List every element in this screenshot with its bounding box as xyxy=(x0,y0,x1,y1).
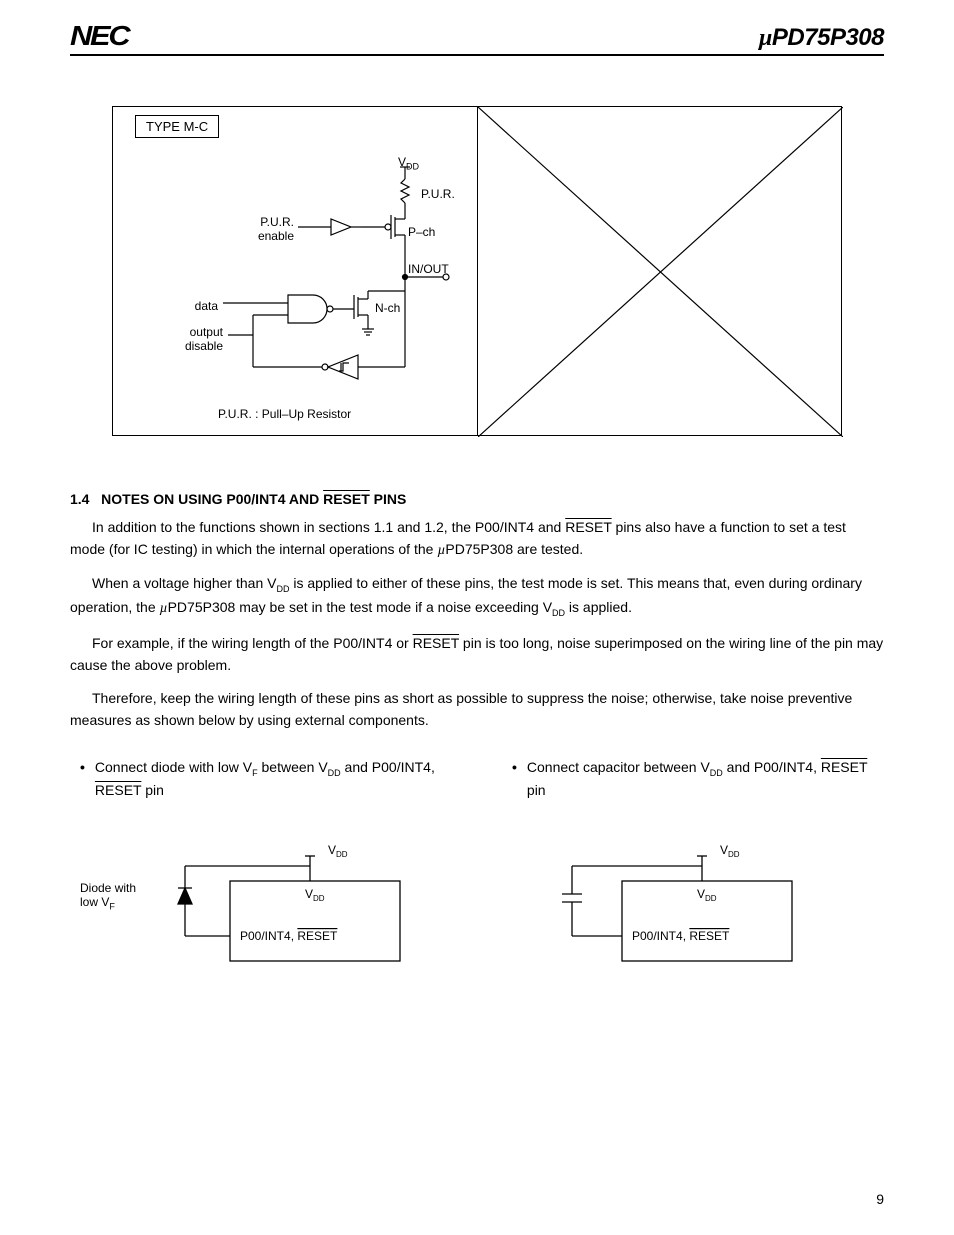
col-capacitor: • Connect capacitor between VDD and P00/… xyxy=(512,757,874,976)
measures-columns: • Connect diode with low VF between VDD … xyxy=(70,757,884,976)
vdd-outer-label-r: VDD xyxy=(720,843,740,859)
section-heading: 1.4 NOTES ON USING P00/INT4 AND RESET PI… xyxy=(70,491,884,507)
heading-part-a: NOTES ON USING P00/INT4 AND xyxy=(101,491,323,507)
heading-reset: RESET xyxy=(323,491,370,507)
vdd-outer-label: VDD xyxy=(328,843,348,859)
paragraph-1: In addition to the functions shown in se… xyxy=(70,517,884,561)
bullet-dot: • xyxy=(80,757,85,801)
heading-part-b: PINS xyxy=(370,491,407,507)
part-number: µPD75P308 xyxy=(759,24,884,52)
page-header: NEC µPD75P308 xyxy=(70,20,884,56)
page-number: 9 xyxy=(876,1191,884,1207)
bullet-dot: • xyxy=(512,757,517,801)
section-number: 1.4 xyxy=(70,491,89,507)
diode-label: Diode withlow VF xyxy=(80,881,170,913)
paragraph-2: When a voltage higher than VDD is applie… xyxy=(70,573,884,620)
vdd-inner-label-r: VDD xyxy=(697,887,717,903)
col-diode: • Connect diode with low VF between VDD … xyxy=(80,757,442,976)
circuit-diagram: TYPE M-C VDD P.U.R. P.U.R.enable P–ch IN… xyxy=(70,106,884,436)
circuit-svg xyxy=(113,107,478,437)
part-number-text: PD75P308 xyxy=(772,24,884,51)
pin-label-right: P00/INT4, RESET xyxy=(632,929,730,943)
paragraph-3: For example, if the wiring length of the… xyxy=(70,633,884,676)
bullet-text-left: Connect diode with low VF between VDD an… xyxy=(95,757,442,801)
paragraph-4: Therefore, keep the wiring length of the… xyxy=(70,688,884,731)
mu-glyph: µ xyxy=(759,25,772,51)
pin-label-left: P00/INT4, RESET xyxy=(240,929,338,943)
diode-diagram: VDD VDD P00/INT4, RESET Diode withlow VF xyxy=(80,826,410,976)
crossed-out-icon xyxy=(478,107,843,437)
nec-logo: NEC xyxy=(70,20,128,52)
bullet-text-right: Connect capacitor between VDD and P00/IN… xyxy=(527,757,874,801)
capacitor-diagram: VDD VDD P00/INT4, RESET xyxy=(512,826,842,976)
vdd-inner-label: VDD xyxy=(305,887,325,903)
